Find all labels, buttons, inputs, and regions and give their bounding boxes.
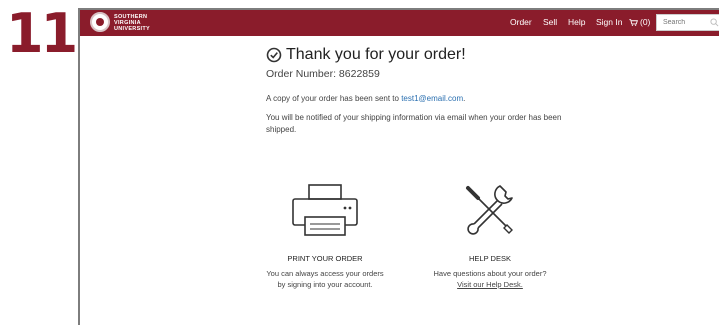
print-order-card[interactable]: PRINT YOUR ORDER You can always access y… xyxy=(250,182,400,290)
wrench-screwdriver-icon xyxy=(466,185,513,235)
email-link[interactable]: test1@email.com xyxy=(401,94,463,103)
logo-line-3: UNIVERSITY xyxy=(114,26,151,32)
browser-screenshot: SOUTHERN VIRGINIA UNIVERSITY Order Sell … xyxy=(78,8,719,325)
shipping-notice: You will be notified of your shipping in… xyxy=(266,113,562,134)
nav-sign-in-link[interactable]: Sign In xyxy=(596,17,622,27)
order-confirmation: Thank you for your order! Order Number: … xyxy=(266,46,566,136)
university-logo[interactable]: SOUTHERN VIRGINIA UNIVERSITY xyxy=(114,14,174,32)
step-number: 11 xyxy=(6,2,78,65)
nav-help-link[interactable]: Help xyxy=(568,17,585,27)
help-desk-link[interactable]: Visit our Help Desk. xyxy=(457,280,523,289)
nav-sell-link[interactable]: Sell xyxy=(543,17,557,27)
top-navbar: SOUTHERN VIRGINIA UNIVERSITY Order Sell … xyxy=(80,10,719,36)
help-desk-title: HELP DESK xyxy=(469,254,511,263)
printer-icon xyxy=(292,184,358,236)
help-desk-card: HELP DESK Have questions about your orde… xyxy=(415,182,565,290)
check-circle-icon xyxy=(266,47,282,63)
print-order-title: PRINT YOUR ORDER xyxy=(287,254,363,263)
search-icon[interactable] xyxy=(710,18,719,27)
print-order-line-2: by signing into your account. xyxy=(277,280,373,289)
help-desk-description: Have questions about your order? Visit o… xyxy=(415,268,565,290)
confirmation-title-row: Thank you for your order! xyxy=(266,46,566,64)
email-copy-period: . xyxy=(463,94,466,103)
confirmation-title: Thank you for your order! xyxy=(286,46,466,63)
cart-count: (0) xyxy=(640,17,651,27)
email-copy-text: A copy of your order has been sent to xyxy=(266,94,402,103)
print-order-line-1: You can always access your orders xyxy=(266,269,384,278)
order-number: Order Number: 8622859 xyxy=(266,68,380,80)
university-seal-icon[interactable] xyxy=(90,12,110,32)
email-copy-notice: A copy of your order has been sent to te… xyxy=(266,94,566,103)
cart-icon xyxy=(629,19,638,26)
print-order-description: You can always access your orders by sig… xyxy=(250,268,400,290)
nav-cart-link[interactable]: (0) xyxy=(629,17,650,27)
nav-order-link[interactable]: Order xyxy=(510,17,532,27)
help-desk-line-1: Have questions about your order? xyxy=(433,269,547,278)
